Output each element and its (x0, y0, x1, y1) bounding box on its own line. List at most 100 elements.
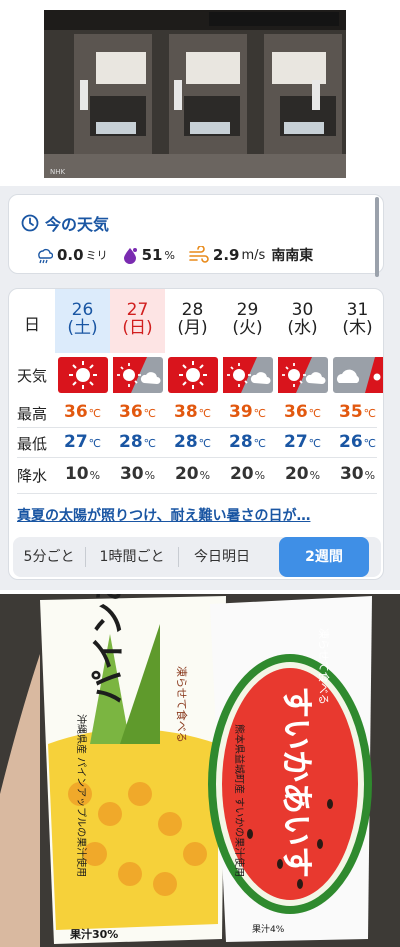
forecast-card: 日 26 (土) 27 (日) 28 (月) 29 (火) 30 (水) 31 (木) 天気 (8, 288, 384, 580)
percent-unit: % (364, 469, 376, 482)
wind-speed: 2.9 (212, 246, 240, 264)
rain-chance-value: 30 (339, 464, 364, 484)
high-temp-value: 38 (173, 402, 198, 422)
low-temp: 27℃ (55, 429, 110, 457)
high-temp-value: 35 (338, 402, 363, 422)
date-number: 27 (126, 300, 149, 320)
forecast-day[interactable]: 29 (火) (220, 289, 275, 353)
forecast-weather-row: 天気 (9, 353, 383, 397)
rain-chance-value: 20 (174, 464, 199, 484)
rain-chance: 20% (275, 461, 330, 489)
row-divider (17, 493, 377, 494)
current-weather-title: 今の天気 (21, 211, 109, 235)
temp-unit: ℃ (363, 437, 377, 450)
current-weather-values: 0.0 ミリ 51 % 2.9 m/s 南南東 (35, 245, 313, 265)
low-temp: 28℃ (165, 429, 220, 457)
forecast-date-row: 日 26 (土) 27 (日) 28 (月) 29 (火) 30 (水) 31 (木) (9, 289, 383, 353)
high-temp-value: 36 (118, 402, 143, 422)
high-temp-value: 36 (63, 402, 88, 422)
forecast-day[interactable]: 26 (土) (55, 289, 110, 353)
rain-chance: 10% (55, 461, 110, 489)
tab-label: 2週間 (305, 549, 343, 565)
forecast-day[interactable]: 28 (月) (165, 289, 220, 353)
tab-today-tomorrow[interactable]: 今日明日 (179, 537, 265, 577)
sunny-then-cloudy-icon (275, 353, 330, 397)
day-of-week: (水) (287, 318, 318, 338)
watermelon-ice-pack: すいかあいす 凍らせて食べる 熊本県益城町産 すいかの果汁使用 果汁4% (208, 596, 372, 942)
rain-chance-value: 20 (284, 464, 309, 484)
low-temp: 28℃ (220, 429, 275, 457)
day-of-week: (火) (232, 318, 263, 338)
svg-text:凍らせて食べる: 凍らせて食べる (317, 628, 331, 705)
rain-amount: 0.0 (57, 246, 84, 264)
high-temp: 36℃ (275, 399, 330, 427)
sunny-icon (165, 353, 220, 397)
rain-chance-value: 10 (64, 464, 89, 484)
temp-unit: ℃ (143, 437, 157, 450)
svg-text:凍らせて食べる: 凍らせて食べる (175, 666, 189, 743)
tab-5min[interactable]: 5分ごと (13, 537, 85, 577)
forecast-rain-row: 降水 10% 30% 20% 20% 20% 30% (9, 461, 383, 489)
forecast-day[interactable]: 30 (水) (275, 289, 330, 353)
row-divider (17, 427, 377, 428)
low-temp: 26℃ (330, 429, 383, 457)
tab-hourly[interactable]: 1時間ごと (86, 537, 178, 577)
rain-chance: 30% (330, 461, 383, 489)
high-temp: 38℃ (165, 399, 220, 427)
day-of-week: (日) (122, 318, 153, 338)
date-number: 29 (236, 300, 259, 320)
high-temp-value: 36 (283, 402, 308, 422)
rain-unit: ミリ (85, 249, 108, 262)
rain-chance-value: 30 (119, 464, 144, 484)
high-label: 最高 (16, 405, 47, 423)
percent-unit: % (144, 469, 156, 482)
forecast-high-row: 最高 36℃ 36℃ 38℃ 39℃ 36℃ 35℃ (9, 399, 383, 427)
date-number: 31 (346, 300, 369, 320)
svg-text:果汁4%: 果汁4% (252, 923, 285, 935)
low-temp-value: 28 (228, 432, 253, 452)
tab-2-weeks[interactable]: 2週間 (279, 537, 369, 577)
weather-widget: 今の天気 0.0 ミリ 51 % 2.9 m/s 南南東 日 26 (土) 27… (0, 186, 400, 590)
weather-headline-link[interactable]: 真夏の太陽が照りつけ、耐え難い暑さの日が… (17, 505, 310, 525)
svg-text:沖縄県産 パインアップルの果汁使用: 沖縄県産 パインアップルの果汁使用 (75, 714, 88, 877)
day-of-week: (木) (342, 318, 373, 338)
humidity-unit: % (164, 248, 175, 262)
low-temp-value: 26 (338, 432, 363, 452)
temp-unit: ℃ (143, 407, 157, 420)
scrollbar[interactable] (375, 197, 379, 277)
date-number: 28 (181, 300, 204, 320)
temp-unit: ℃ (308, 437, 322, 450)
high-temp: 35℃ (330, 399, 383, 427)
rain-chance: 30% (110, 461, 165, 489)
temp-unit: ℃ (88, 437, 102, 450)
atm-photo: NHK (44, 10, 346, 178)
temp-unit: ℃ (363, 407, 377, 420)
forecast-day[interactable]: 31 (木) (330, 289, 383, 353)
row-divider (17, 457, 377, 458)
wind-icon (189, 246, 209, 263)
day-label: 日 (23, 315, 40, 334)
current-weather-title-text: 今の天気 (45, 215, 110, 234)
date-number: 30 (291, 300, 314, 320)
high-temp: 39℃ (220, 399, 275, 427)
rain-label: 降水 (16, 467, 47, 485)
temp-unit: ℃ (198, 437, 212, 450)
percent-unit: % (254, 469, 266, 482)
svg-text:NHK: NHK (50, 168, 66, 176)
current-weather-card: 今の天気 0.0 ミリ 51 % 2.9 m/s 南南東 (8, 194, 384, 277)
forecast-day[interactable]: 27 (日) (110, 289, 165, 353)
clock-icon (21, 214, 39, 232)
ice-pack-photo: パインあいす 凍らせて食べる 沖縄県産 パインアップルの果汁使用 果汁30% す… (0, 594, 400, 947)
weather-label: 天気 (16, 367, 47, 385)
rain-chance: 20% (220, 461, 275, 489)
svg-text:すいかあいす: すいかあいす (278, 686, 316, 878)
low-temp-value: 27 (63, 432, 88, 452)
humidity-drop-icon (123, 248, 137, 264)
tab-label: 1時間ごと (99, 549, 165, 565)
rain-chance: 20% (165, 461, 220, 489)
low-temp-value: 27 (283, 432, 308, 452)
high-temp-value: 39 (228, 402, 253, 422)
percent-unit: % (199, 469, 211, 482)
sunny-icon (55, 353, 110, 397)
day-of-week: (月) (177, 318, 208, 338)
